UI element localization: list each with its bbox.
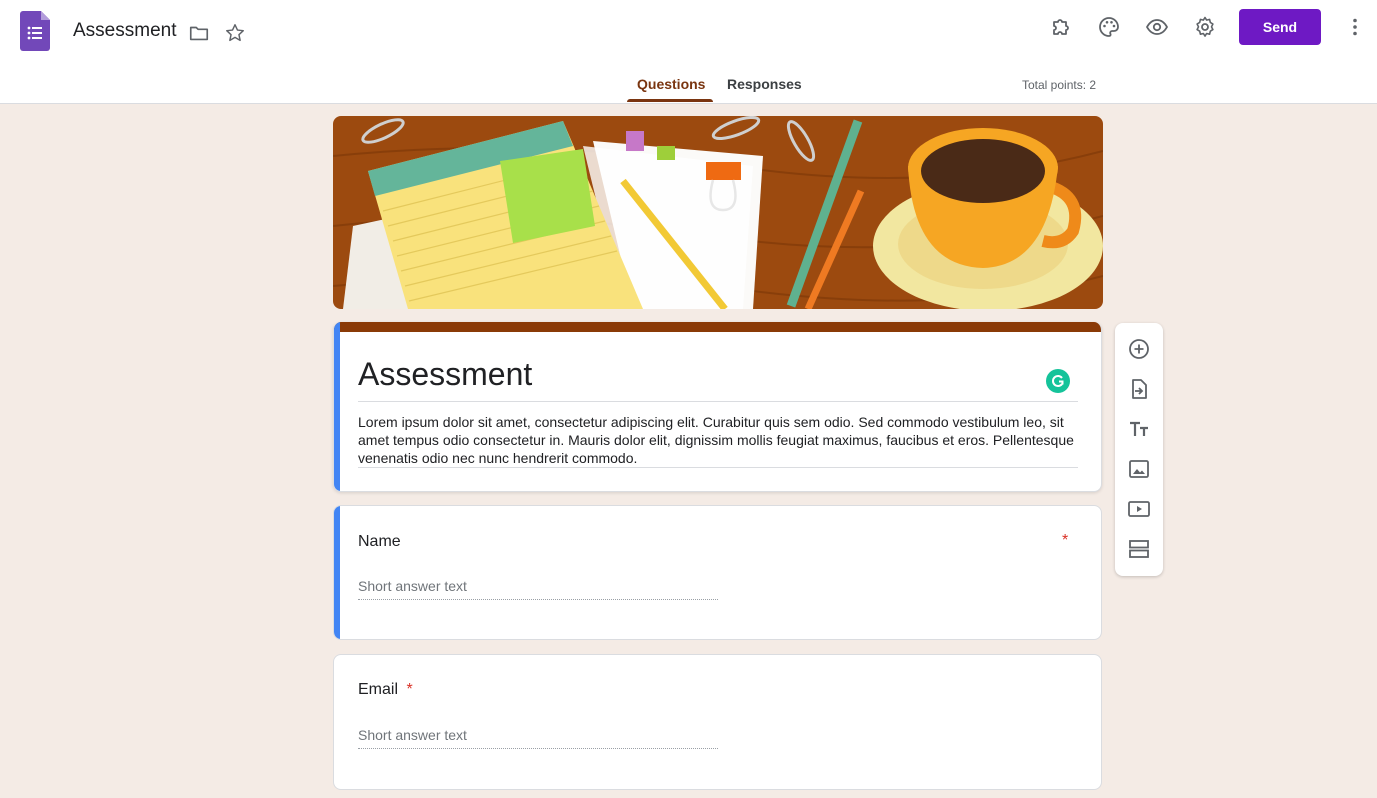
star-icon[interactable] (221, 19, 249, 47)
grammarly-icon[interactable] (1046, 369, 1070, 393)
question-card-email[interactable]: Email * Short answer text (333, 654, 1102, 790)
floating-toolbar (1115, 323, 1163, 576)
add-video-icon[interactable] (1127, 497, 1151, 521)
short-answer-placeholder: Short answer text (358, 727, 467, 743)
add-title-icon[interactable] (1127, 417, 1151, 441)
short-answer-placeholder: Short answer text (358, 578, 467, 594)
tab-questions[interactable]: Questions (637, 76, 705, 92)
forms-logo-icon[interactable] (20, 11, 50, 51)
send-button[interactable]: Send (1239, 9, 1321, 45)
form-title[interactable]: Assessment (358, 356, 532, 393)
document-title[interactable]: Assessment (73, 20, 176, 42)
top-bar: Assessment Send Questions Responses Tota… (0, 0, 1377, 104)
add-question-icon[interactable] (1127, 337, 1151, 361)
answer-underline (358, 599, 718, 600)
total-points: Total points: 2 (1022, 78, 1097, 92)
question-card-name[interactable]: Name * Short answer text (333, 505, 1102, 640)
title-underline (358, 401, 1078, 402)
required-asterisk: * (406, 681, 413, 698)
tab-responses[interactable]: Responses (727, 76, 802, 92)
focus-indicator (334, 322, 340, 491)
answer-underline (358, 748, 718, 749)
focus-indicator (334, 506, 340, 639)
description-underline (358, 467, 1078, 468)
folder-icon[interactable] (185, 19, 213, 47)
add-image-icon[interactable] (1127, 457, 1151, 481)
settings-gear-icon[interactable] (1191, 13, 1219, 41)
theme-accent-bar (334, 322, 1101, 332)
required-asterisk: * (1062, 532, 1069, 549)
palette-icon[interactable] (1095, 13, 1123, 41)
preview-eye-icon[interactable] (1143, 13, 1171, 41)
addon-puzzle-icon[interactable] (1047, 13, 1075, 41)
form-description[interactable]: Lorem ipsum dolor sit amet, consectetur … (358, 413, 1078, 467)
more-vert-icon[interactable] (1341, 13, 1369, 41)
active-tab-indicator (627, 99, 713, 102)
question-label[interactable]: Email * (358, 681, 413, 699)
add-section-icon[interactable] (1127, 537, 1151, 561)
import-questions-icon[interactable] (1127, 377, 1151, 401)
question-label[interactable]: Name (358, 533, 401, 551)
header-banner-image (333, 116, 1103, 309)
question-label-text: Email (358, 681, 399, 698)
form-title-card: Assessment Lorem ipsum dolor sit amet, c… (333, 322, 1102, 492)
